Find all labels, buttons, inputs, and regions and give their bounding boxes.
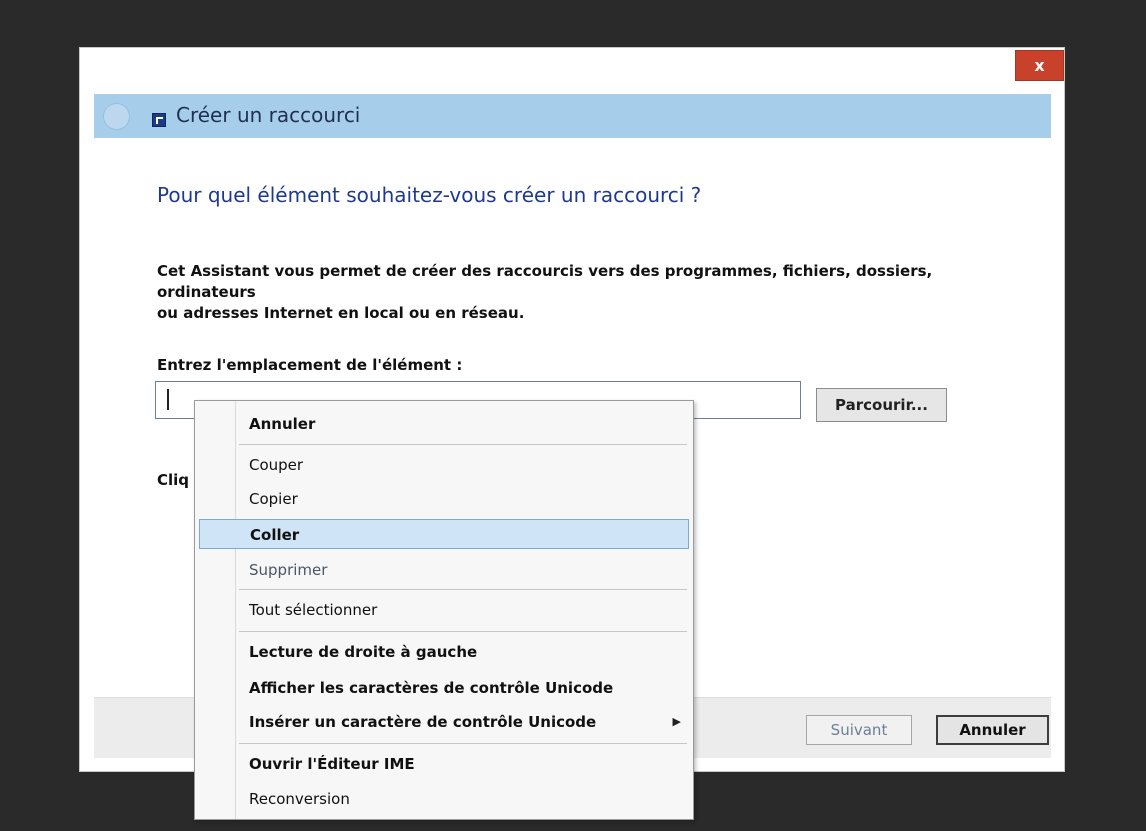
- text-caret: [167, 389, 169, 410]
- menu-item-reconversion[interactable]: Reconversion: [199, 784, 689, 814]
- close-icon: x: [1034, 56, 1045, 75]
- menu-item-show-unicode-control[interactable]: Afficher les caractères de contrôle Unic…: [199, 673, 689, 703]
- menu-separator: [239, 589, 687, 590]
- menu-separator: [239, 631, 687, 632]
- menu-item-paste[interactable]: Coller: [199, 519, 689, 549]
- instruction-text: Cliq: [157, 471, 190, 489]
- menu-item-open-ime-editor[interactable]: Ouvrir l'Éditeur IME: [199, 749, 689, 779]
- close-button[interactable]: x: [1015, 50, 1064, 81]
- window-title: Créer un raccourci: [176, 103, 361, 127]
- page-heading: Pour quel élément souhaitez-vous créer u…: [157, 183, 702, 207]
- menu-item-rtl-reading[interactable]: Lecture de droite à gauche: [199, 637, 689, 667]
- context-menu: Annuler Couper Copier Coller Supprimer T…: [194, 400, 694, 820]
- menu-separator: [239, 444, 687, 445]
- menu-item-undo[interactable]: Annuler: [199, 409, 689, 439]
- back-arrow-icon[interactable]: [103, 103, 130, 130]
- description-line-1: Cet Assistant vous permet de créer des r…: [157, 262, 933, 301]
- submenu-arrow-icon: ▶: [672, 715, 681, 728]
- shortcut-icon: [152, 113, 166, 127]
- cancel-button[interactable]: Annuler: [936, 715, 1049, 745]
- menu-separator: [239, 743, 687, 744]
- menu-item-insert-unicode-control[interactable]: Insérer un caractère de contrôle Unicode…: [199, 707, 689, 737]
- menu-item-copy[interactable]: Copier: [199, 484, 689, 514]
- next-button[interactable]: Suivant: [806, 715, 912, 745]
- menu-item-insert-unicode-label: Insérer un caractère de contrôle Unicode: [249, 713, 597, 731]
- wizard-description: Cet Assistant vous permet de créer des r…: [157, 261, 1027, 324]
- location-label: Entrez l'emplacement de l'élément :: [157, 356, 463, 374]
- description-line-2: ou adresses Internet en local ou en rése…: [157, 304, 525, 322]
- browse-button[interactable]: Parcourir...: [816, 388, 947, 422]
- menu-item-select-all[interactable]: Tout sélectionner: [199, 595, 689, 625]
- menu-item-delete[interactable]: Supprimer: [199, 555, 689, 585]
- menu-item-cut[interactable]: Couper: [199, 450, 689, 480]
- title-bar: Créer un raccourci: [94, 94, 1051, 138]
